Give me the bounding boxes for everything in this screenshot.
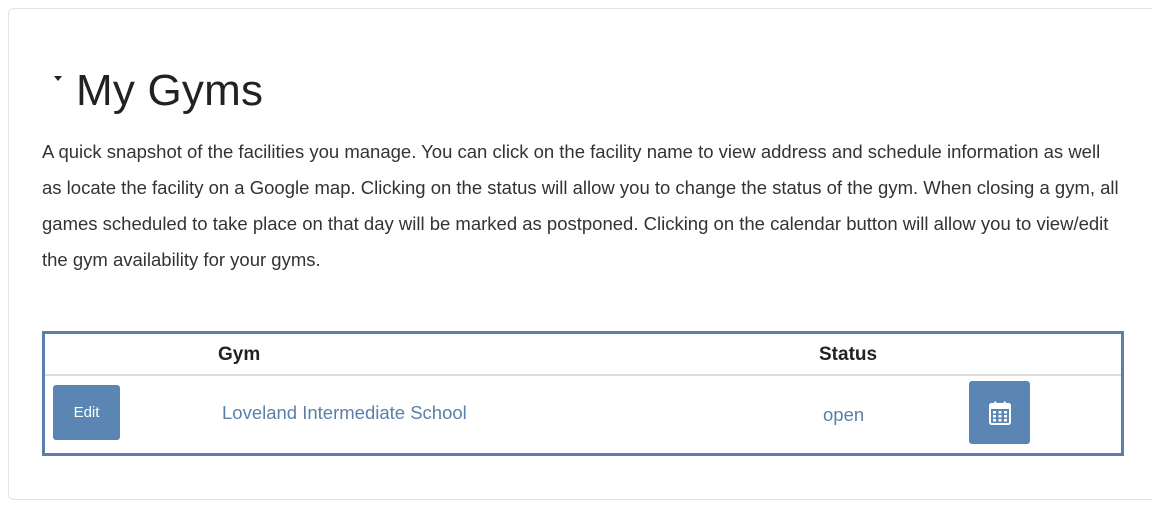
gym-status-link[interactable]: open [823,404,864,426]
calendar-button[interactable] [969,381,1030,444]
column-header-gym: Gym [218,344,261,365]
section-description: A quick snapshot of the facilities you m… [42,141,1119,270]
gym-name-link[interactable]: Loveland Intermediate School [222,402,467,424]
section-header[interactable]: My Gyms [54,66,263,116]
collapse-caret-icon[interactable] [54,76,62,81]
page-title: My Gyms [76,66,264,115]
column-header-status: Status [819,344,878,365]
calendar-icon [988,401,1011,425]
gyms-table: Gym Status Edit Loveland Intermediate Sc… [42,331,1124,456]
table-header-row: Gym Status [45,334,1121,376]
edit-button[interactable]: Edit [53,385,120,440]
